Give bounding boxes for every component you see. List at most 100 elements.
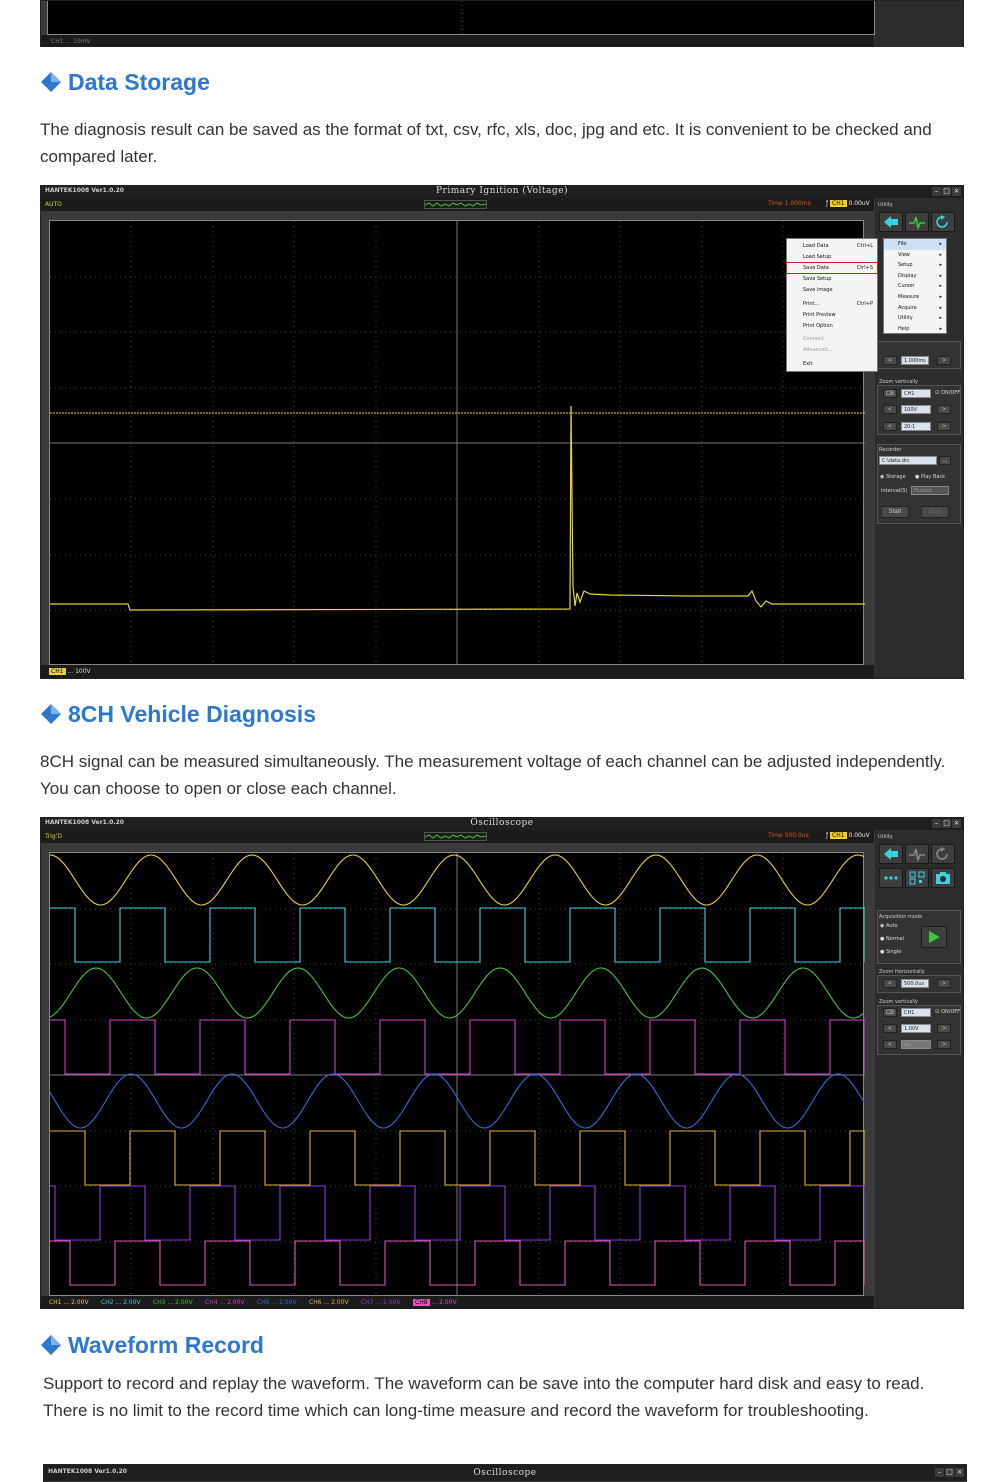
menu-item-label: Cursor bbox=[898, 283, 915, 290]
menu-item-label: Utility bbox=[898, 315, 913, 322]
autoset-button[interactable] bbox=[905, 844, 929, 864]
section-heading: Data Storage bbox=[68, 68, 210, 95]
zoom-v-ch-button[interactable]: CB bbox=[883, 389, 897, 398]
more-button[interactable] bbox=[879, 868, 903, 888]
minimize-button[interactable]: – bbox=[932, 819, 941, 828]
camera-button[interactable] bbox=[931, 868, 955, 888]
main-menu-item[interactable]: Measure ▸ bbox=[884, 292, 946, 303]
channel-badge: CH1 bbox=[830, 832, 847, 839]
recorder-path-input[interactable]: C:\data.drc bbox=[879, 456, 937, 465]
main-menu-item[interactable]: Display ▸ bbox=[884, 271, 946, 282]
channel-badge: CH1 bbox=[830, 200, 847, 207]
file-menu-item[interactable]: Load Setup bbox=[787, 252, 877, 262]
menu-item-label: Save Image bbox=[803, 287, 833, 293]
channel-select[interactable]: CH1 bbox=[901, 1008, 931, 1017]
reset-icon bbox=[936, 847, 948, 860]
probe-value[interactable]: 20:1 bbox=[901, 422, 931, 431]
main-menu-item[interactable]: Acquire ▸ bbox=[884, 303, 946, 314]
acq-auto-radio[interactable]: ◉ Auto bbox=[880, 923, 898, 929]
volt-div-value[interactable]: 100V bbox=[901, 405, 931, 414]
file-menu-item[interactable]: Save Setup bbox=[787, 274, 877, 284]
channel-legend-name: CH6 bbox=[309, 1299, 322, 1306]
mini-trace-preview bbox=[424, 832, 487, 841]
scope-window-primary-ignition: HANTEK1008 Ver1.0.20 Primary Ignition (V… bbox=[40, 185, 964, 679]
close-button[interactable]: × bbox=[952, 819, 961, 828]
zoom-h-right-button[interactable]: > bbox=[937, 979, 951, 988]
main-menu-item[interactable]: Utility ▸ bbox=[884, 313, 946, 324]
window-controls: – □ × bbox=[932, 819, 961, 828]
zoom-h-right-button[interactable]: > bbox=[937, 356, 951, 365]
file-menu-item[interactable]: Advanced... bbox=[787, 345, 877, 355]
title-bar: HANTEK1008 Ver1.0.20 Oscilloscope – □ × bbox=[44, 1465, 966, 1481]
probe-left-button[interactable]: < bbox=[883, 422, 897, 431]
channel-legend-item: CH1 ... 2.00V bbox=[49, 1299, 89, 1306]
window-title: Primary Ignition (Voltage) bbox=[435, 186, 568, 196]
reset-button[interactable] bbox=[931, 212, 955, 232]
section-paragraph: 8CH signal can be measured simultaneousl… bbox=[40, 752, 946, 798]
timebase-readout: Time 500.0us bbox=[768, 832, 809, 839]
stop-button[interactable]: Stop bbox=[921, 506, 949, 518]
zoom-h-value: 500.0us bbox=[901, 979, 929, 988]
main-menu-item[interactable]: View ▸ bbox=[884, 250, 946, 261]
start-button[interactable]: Start bbox=[881, 506, 909, 518]
zoom-h-left-button[interactable]: < bbox=[883, 979, 897, 988]
browse-button[interactable]: ... bbox=[939, 456, 951, 465]
probe-value[interactable]: x1 bbox=[901, 1040, 931, 1049]
volt-left-button[interactable]: < bbox=[883, 1024, 897, 1033]
section-paragraph: The diagnosis result can be saved as the… bbox=[40, 120, 932, 166]
qr-button[interactable] bbox=[905, 868, 929, 888]
channel-legend-name: CH3 bbox=[153, 1299, 166, 1306]
close-button[interactable]: × bbox=[952, 187, 961, 196]
volt-right-button[interactable]: > bbox=[937, 405, 951, 414]
maximize-button[interactable]: □ bbox=[942, 819, 951, 828]
file-menu-item[interactable]: Print Option bbox=[787, 321, 877, 331]
autoset-button[interactable] bbox=[905, 212, 929, 232]
back-button[interactable] bbox=[879, 844, 903, 864]
main-menu-item[interactable]: Help ▸ bbox=[884, 324, 946, 335]
file-menu-item[interactable]: Print... Ctrl+P bbox=[787, 299, 877, 309]
volt-right-button[interactable]: > bbox=[937, 1024, 951, 1033]
acq-normal-label: Normal bbox=[885, 936, 905, 942]
channel-legend-item: CH7 ... 2.00V bbox=[361, 1299, 401, 1306]
file-menu-item[interactable]: Connect bbox=[787, 334, 877, 344]
close-button[interactable]: × bbox=[955, 1468, 964, 1477]
back-button[interactable] bbox=[879, 212, 903, 232]
main-menu-item[interactable]: Cursor ▸ bbox=[884, 281, 946, 292]
onoff-checkbox[interactable]: ☑ ON/OFF bbox=[935, 1009, 960, 1015]
probe-right-button[interactable]: > bbox=[937, 422, 951, 431]
probe-right-button[interactable]: > bbox=[937, 1040, 951, 1049]
zoom-h-left-button[interactable]: < bbox=[883, 356, 897, 365]
acq-single-radio[interactable]: ● Single bbox=[880, 949, 901, 955]
file-menu-item[interactable]: Print Preview bbox=[787, 310, 877, 320]
top-scope-sidepanel bbox=[875, 1, 963, 47]
channel-legend-name: CH5 bbox=[257, 1299, 270, 1306]
chevron-right-icon: ▸ bbox=[939, 272, 942, 279]
main-menu-item[interactable]: File ▸ bbox=[884, 239, 946, 250]
run-button[interactable] bbox=[921, 926, 947, 948]
maximize-button[interactable]: □ bbox=[942, 187, 951, 196]
file-menu-item[interactable]: Exit bbox=[787, 359, 877, 369]
file-menu-item[interactable]: Save Data Ctrl+S bbox=[786, 262, 878, 274]
minimize-button[interactable]: – bbox=[935, 1468, 944, 1477]
volt-div-value[interactable]: 1.00V bbox=[901, 1024, 931, 1033]
probe-left-button[interactable]: < bbox=[883, 1040, 897, 1049]
file-menu-item[interactable]: Save Image bbox=[787, 285, 877, 295]
trigger-mode: AUTO bbox=[45, 201, 62, 208]
interval-select[interactable]: Fastest bbox=[911, 486, 949, 495]
minimize-button[interactable]: – bbox=[932, 187, 941, 196]
top-scope-window: CH1 ... 10mV bbox=[40, 0, 964, 47]
playback-radio[interactable]: ● Play Back bbox=[915, 474, 945, 480]
diamond-bullet-icon bbox=[40, 71, 66, 93]
voltage-readout: 0.00uV bbox=[848, 200, 870, 207]
reset-button[interactable] bbox=[931, 844, 955, 864]
waveform-icon bbox=[909, 848, 925, 861]
volt-left-button[interactable]: < bbox=[883, 405, 897, 414]
storage-radio[interactable]: ◉ Storage bbox=[880, 474, 906, 480]
onoff-checkbox[interactable]: ☑ ON/OFF bbox=[935, 390, 960, 396]
acq-normal-radio[interactable]: ● Normal bbox=[880, 936, 904, 942]
maximize-button[interactable]: □ bbox=[945, 1468, 954, 1477]
zoom-v-ch-button[interactable]: CB bbox=[883, 1008, 897, 1017]
channel-select[interactable]: CH1 bbox=[901, 389, 931, 398]
main-menu-item[interactable]: Setup ▸ bbox=[884, 260, 946, 271]
file-menu-item[interactable]: Load Data Ctrl+L bbox=[787, 241, 877, 251]
